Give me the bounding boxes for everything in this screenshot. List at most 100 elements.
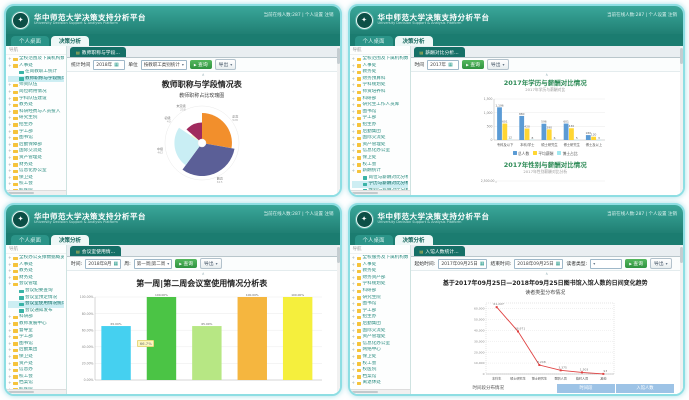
tree-toggle-icon[interactable]: + bbox=[8, 82, 12, 89]
legend-item[interactable]: 博士占比 bbox=[557, 151, 577, 157]
tree-toggle-icon[interactable]: + bbox=[8, 380, 12, 387]
tree-toggle-icon[interactable]: + bbox=[8, 115, 12, 122]
legend-item[interactable]: 总人数 bbox=[513, 151, 529, 157]
search-button[interactable]: ▶查询 bbox=[175, 259, 197, 268]
sidebar-item[interactable]: +后勤集团 bbox=[8, 347, 64, 354]
sidebar-item[interactable]: 会议通知发布 bbox=[8, 308, 64, 315]
sidebar-item[interactable]: +资产管理处 bbox=[352, 334, 408, 341]
tree-toggle-icon[interactable]: + bbox=[352, 347, 356, 354]
tree-toggle-icon[interactable]: + bbox=[8, 155, 12, 162]
tree-toggle-icon[interactable]: + bbox=[352, 155, 356, 162]
date-input[interactable]: 2018年8月▦ bbox=[85, 259, 121, 269]
sidebar-item[interactable]: +网络中心 bbox=[352, 347, 408, 354]
nav-tab-desktop[interactable]: 个人桌面 bbox=[355, 36, 393, 47]
tree-toggle-icon[interactable]: + bbox=[8, 109, 12, 116]
tree-toggle-icon[interactable]: + bbox=[8, 354, 12, 361]
sidebar-item[interactable]: +全校办公支撑数据概览 bbox=[8, 255, 64, 262]
document-tab[interactable]: ▤ 教师职称与学段... bbox=[70, 47, 126, 57]
sidebar-item[interactable]: +资产管理处 bbox=[352, 142, 408, 149]
tree-toggle-icon[interactable]: + bbox=[352, 354, 356, 361]
tree-toggle-icon[interactable]: + bbox=[8, 181, 12, 188]
sidebar-item[interactable]: +教务处 bbox=[8, 102, 64, 109]
vertical-scrollbar[interactable] bbox=[680, 46, 683, 195]
tree-toggle-icon[interactable]: + bbox=[8, 175, 12, 182]
tree-toggle-icon[interactable]: + bbox=[8, 281, 12, 288]
tree-toggle-icon[interactable]: + bbox=[352, 262, 356, 269]
tree-toggle-icon[interactable]: + bbox=[8, 314, 12, 321]
sidebar-item[interactable]: +后勤集团 bbox=[352, 321, 408, 328]
sidebar-item[interactable]: +学工部 bbox=[352, 115, 408, 122]
tree-toggle-icon[interactable]: + bbox=[352, 129, 356, 136]
calendar-icon[interactable]: ▦ bbox=[448, 62, 453, 68]
nav-tab-analysis[interactable]: 决策分析 bbox=[51, 235, 89, 246]
tree-toggle-icon[interactable]: + bbox=[8, 334, 12, 341]
calendar-icon[interactable]: ▦ bbox=[556, 261, 561, 267]
tree-toggle-icon[interactable]: + bbox=[8, 89, 12, 96]
nav-tab-desktop[interactable]: 个人桌面 bbox=[355, 235, 393, 246]
sidebar-item[interactable]: +档案馆 bbox=[352, 374, 408, 381]
sidebar-item[interactable]: +科研部 bbox=[352, 96, 408, 103]
tree-toggle-icon[interactable]: + bbox=[352, 142, 356, 149]
tree-toggle-icon[interactable]: + bbox=[352, 268, 356, 275]
sidebar-item[interactable]: +国际交流处 bbox=[352, 328, 408, 335]
sidebar-item[interactable]: +学工部 bbox=[8, 334, 64, 341]
sidebar-item[interactable]: +后勤集团 bbox=[352, 129, 408, 136]
tree-toggle-icon[interactable]: + bbox=[352, 148, 356, 155]
select-control[interactable]: ▾ bbox=[590, 259, 622, 269]
tree-toggle-icon[interactable]: + bbox=[352, 115, 356, 122]
date-input[interactable]: 2017年▦ bbox=[427, 60, 459, 70]
scrollbar-thumb[interactable] bbox=[352, 192, 378, 195]
tree-toggle-icon[interactable]: + bbox=[352, 308, 356, 315]
sidebar-item[interactable]: +全校服务及下属机构数据概览 bbox=[352, 255, 408, 262]
tree-toggle-icon[interactable]: + bbox=[352, 275, 356, 282]
sidebar-item[interactable]: 会议纪要查询 bbox=[8, 288, 64, 295]
sidebar-item[interactable]: +会议管理 bbox=[8, 281, 64, 288]
sidebar-item[interactable]: +学工部 bbox=[352, 308, 408, 315]
tree-toggle-icon[interactable]: + bbox=[352, 96, 356, 103]
tree-toggle-icon[interactable]: + bbox=[352, 361, 356, 368]
select-control[interactable]: 第一周|第二周▾ bbox=[134, 259, 173, 269]
scrollbar-thumb[interactable] bbox=[337, 247, 340, 263]
export-button[interactable]: 导出▾ bbox=[200, 258, 222, 269]
tree-toggle-icon[interactable]: + bbox=[8, 162, 12, 169]
sidebar-item[interactable]: +保卫处 bbox=[8, 354, 64, 361]
tree-toggle-icon[interactable]: + bbox=[352, 321, 356, 328]
tree-toggle-icon[interactable]: + bbox=[352, 295, 356, 302]
tree-toggle-icon[interactable]: + bbox=[352, 69, 356, 76]
sidebar-item[interactable]: +财务资产部 bbox=[352, 275, 408, 282]
tree-toggle-icon[interactable]: + bbox=[352, 328, 356, 335]
tree-toggle-icon[interactable]: + bbox=[352, 314, 356, 321]
sidebar-item[interactable]: +学科队伍建设 bbox=[8, 96, 64, 103]
sidebar-item[interactable]: +人事处 bbox=[352, 63, 408, 70]
sidebar-item[interactable]: +国际交流处 bbox=[8, 148, 64, 155]
sidebar-item[interactable]: +科研部 bbox=[8, 314, 64, 321]
sidebar-item[interactable]: +校工会 bbox=[8, 181, 64, 188]
scrollbar-thumb[interactable] bbox=[8, 192, 34, 195]
vertical-scrollbar[interactable] bbox=[680, 245, 683, 394]
date-input[interactable]: 2018年09月25日▦ bbox=[514, 259, 563, 269]
search-button[interactable]: ▶查询 bbox=[625, 259, 647, 268]
tree-toggle-icon[interactable]: + bbox=[8, 262, 12, 269]
tree-toggle-icon[interactable]: + bbox=[352, 102, 356, 109]
tree-toggle-icon[interactable]: + bbox=[8, 129, 12, 136]
sidebar-item[interactable]: +薪酬统计 bbox=[352, 168, 408, 175]
nav-tab-desktop[interactable]: 个人桌面 bbox=[11, 36, 49, 47]
sidebar-item[interactable]: +财务预算科 bbox=[352, 76, 408, 83]
sidebar-item[interactable]: +国际交流处 bbox=[352, 135, 408, 142]
nav-tab-analysis[interactable]: 决策分析 bbox=[51, 36, 89, 47]
sidebar-item[interactable]: 教师职称与学段统计 bbox=[8, 76, 64, 83]
tree-toggle-icon[interactable]: + bbox=[8, 321, 12, 328]
calendar-icon[interactable]: ▦ bbox=[480, 261, 485, 267]
sidebar-horizontal-scrollbar[interactable] bbox=[350, 389, 410, 394]
document-tab[interactable]: ▤ 薪酬对比分析... bbox=[414, 47, 465, 57]
header-meta[interactable]: 当前在线人数:287 | 个人设置 注销 bbox=[607, 211, 677, 217]
sidebar-item[interactable]: +保卫处 bbox=[8, 175, 64, 182]
sidebar-item[interactable]: +图书馆 bbox=[8, 135, 64, 142]
search-button[interactable]: ▶查询 bbox=[462, 60, 484, 69]
date-input[interactable]: 2018年▦ bbox=[93, 60, 125, 70]
sidebar-item[interactable]: +科研部 bbox=[352, 288, 408, 295]
sidebar-item[interactable]: +图书馆 bbox=[8, 341, 64, 348]
sidebar-item[interactable]: +招生办 bbox=[352, 122, 408, 129]
header-meta[interactable]: 当前在线人数:287 | 个人设置 注销 bbox=[264, 211, 334, 217]
nav-tab-analysis[interactable]: 决策分析 bbox=[395, 36, 433, 47]
